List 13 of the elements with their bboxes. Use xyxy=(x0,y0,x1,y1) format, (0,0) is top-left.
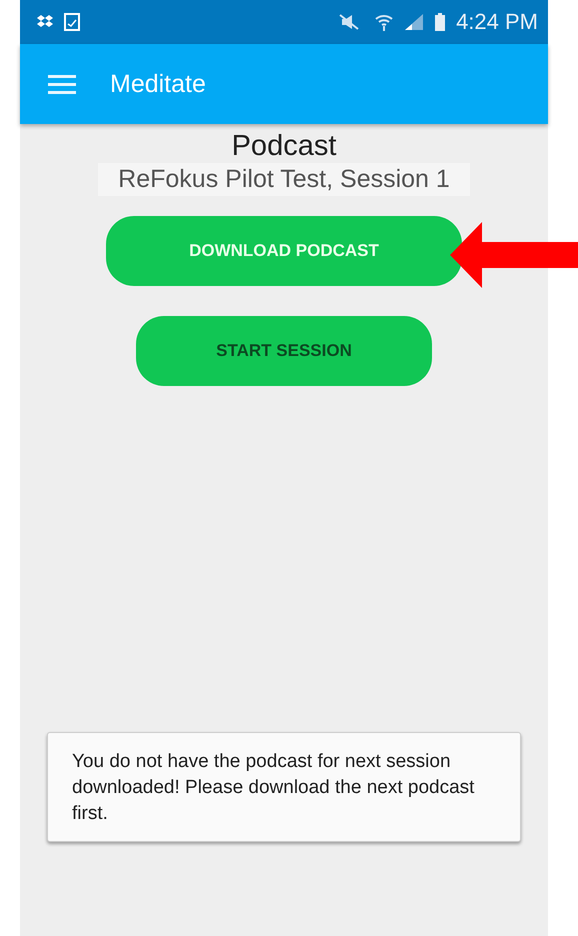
menu-icon[interactable] xyxy=(48,74,76,94)
status-time: 4:24 PM xyxy=(456,9,538,35)
toast-message: You do not have the podcast for next session downloaded! Please download the next podcast first. xyxy=(47,732,521,842)
page-heading: Podcast xyxy=(232,130,336,163)
annotation-arrow-icon xyxy=(450,222,578,288)
wifi-icon xyxy=(374,12,394,32)
battery-icon xyxy=(434,12,446,32)
session-subtitle: ReFokus Pilot Test, Session 1 xyxy=(98,163,470,196)
screenshot-icon xyxy=(64,13,80,31)
start-button[interactable]: START SESSION xyxy=(136,316,432,386)
app-title: Meditate xyxy=(110,70,206,98)
signal-icon xyxy=(404,13,424,31)
dropbox-icon xyxy=(36,14,54,30)
